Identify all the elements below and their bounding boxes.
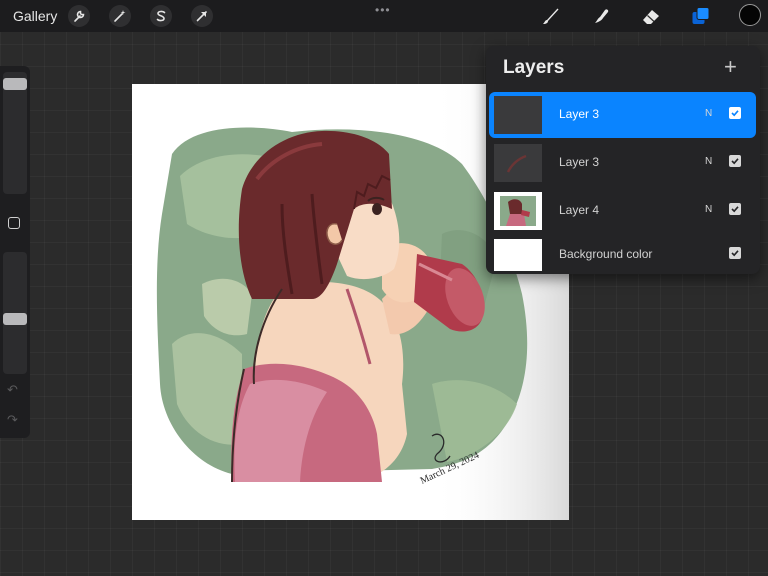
visibility-checkbox[interactable] (729, 203, 741, 215)
brush-size-handle[interactable] (3, 77, 27, 90)
visibility-checkbox[interactable] (729, 247, 741, 259)
layer-name[interactable]: Layer 3 (559, 155, 599, 169)
gallery-button[interactable]: Gallery (13, 8, 57, 24)
more-options-handle[interactable]: ••• (375, 3, 391, 17)
modify-button[interactable] (8, 217, 20, 229)
undo-icon[interactable]: ↶ (7, 382, 18, 398)
layers-panel-title: Layers (503, 57, 565, 78)
brush-icon[interactable] (539, 4, 563, 28)
layer-name[interactable]: Layer 3 (559, 107, 599, 121)
transform-arrow-icon[interactable] (191, 5, 213, 27)
blend-mode-button[interactable]: N (705, 108, 712, 119)
add-layer-button[interactable]: + (724, 56, 737, 78)
layer-row[interactable]: Layer 3 N (489, 140, 756, 186)
layer-row[interactable]: Layer 3 N (489, 92, 756, 138)
layer-name[interactable]: Background color (559, 247, 652, 261)
layer-thumbnail (494, 239, 542, 271)
smudge-icon[interactable] (590, 4, 614, 28)
visibility-checkbox[interactable] (729, 107, 741, 119)
visibility-checkbox[interactable] (729, 155, 741, 167)
eraser-icon[interactable] (639, 4, 663, 28)
opacity-handle[interactable] (3, 312, 27, 325)
layer-thumbnail (494, 144, 542, 182)
layer-name[interactable]: Layer 4 (559, 203, 599, 217)
layers-icon[interactable] (689, 4, 713, 28)
redo-icon[interactable]: ↷ (7, 412, 18, 428)
left-sidebar: ↶ ↷ (0, 66, 30, 438)
color-picker-button[interactable] (739, 4, 761, 26)
blend-mode-button[interactable]: N (705, 204, 712, 215)
wrench-icon[interactable] (68, 5, 90, 27)
brush-size-slider[interactable] (3, 72, 27, 194)
blend-mode-button[interactable]: N (705, 156, 712, 167)
selection-icon[interactable] (150, 5, 172, 27)
layer-thumbnail (494, 192, 542, 230)
layers-panel: Layers + Layer 3 N Layer 3 N Layer 4 N B… (486, 46, 760, 274)
layer-row[interactable]: Background color (489, 232, 756, 278)
magic-wand-icon[interactable] (109, 5, 131, 27)
top-toolbar: Gallery ••• (0, 0, 768, 32)
layer-row[interactable]: Layer 4 N (489, 188, 756, 234)
layer-thumbnail (494, 96, 542, 134)
